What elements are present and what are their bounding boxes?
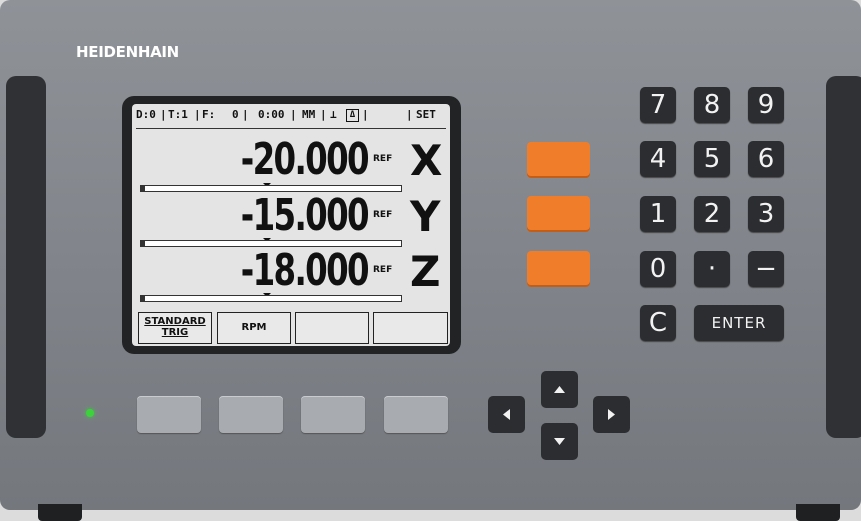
arrow-up-key[interactable] [541, 371, 578, 408]
brand-logo: HEIDENHAIN [76, 43, 179, 61]
arrow-right-key[interactable] [593, 396, 630, 433]
status-bar: D:0 | T:1 | F: 0 | 0:00 | MM | ⊥ Δ | | S… [136, 108, 436, 122]
key-0[interactable]: 0 [640, 251, 676, 287]
arrow-left-key[interactable] [488, 396, 525, 433]
arrow-right-icon [608, 409, 615, 420]
tool-offset-icon: ⊥ [330, 108, 337, 121]
readout-device: HEIDENHAIN D:0 | T:1 | F: 0 | 0:00 | MM … [0, 0, 861, 510]
time-indicator: 0:00 [258, 108, 285, 121]
key-8[interactable]: 8 [694, 87, 730, 123]
key-minus[interactable]: − [748, 251, 784, 287]
x-ref-label: REF [373, 154, 393, 164]
x-axis-key[interactable] [527, 142, 590, 178]
feed-label: F: [202, 108, 216, 121]
z-axis-value: -18.000 [240, 245, 370, 296]
softkey-label-4 [373, 312, 448, 344]
lcd-screen: D:0 | T:1 | F: 0 | 0:00 | MM | ⊥ Δ | | S… [132, 104, 450, 346]
units-indicator: MM [302, 108, 316, 121]
y-ref-label: REF [373, 210, 393, 220]
mode-indicator: SET [416, 108, 436, 121]
feed-value: 0 [232, 108, 239, 121]
arrow-left-icon [503, 409, 510, 420]
softkey-4[interactable] [384, 396, 448, 433]
z-ref-label: REF [373, 265, 393, 275]
left-foot [38, 504, 82, 521]
key-6[interactable]: 6 [748, 141, 784, 177]
clear-key[interactable]: C [640, 305, 676, 341]
key-2[interactable]: 2 [694, 196, 730, 232]
right-side-grip [826, 76, 861, 438]
key-7[interactable]: 7 [640, 87, 676, 123]
z-axis-key[interactable] [527, 251, 590, 287]
arrow-down-key[interactable] [541, 423, 578, 460]
datum-indicator: D:0 [136, 108, 156, 121]
softkey-label-standard-trig: STANDARD TRIG [138, 312, 212, 344]
key-3[interactable]: 3 [748, 196, 784, 232]
power-led [86, 409, 94, 417]
right-foot [796, 504, 840, 521]
key-5[interactable]: 5 [694, 141, 730, 177]
key-decimal[interactable]: · [694, 251, 730, 287]
arrow-down-icon [554, 438, 565, 445]
divider [136, 128, 446, 129]
delta-icon: Δ [346, 109, 359, 122]
x-axis-value: -20.000 [240, 134, 370, 185]
enter-key[interactable]: ENTER [694, 305, 784, 341]
tool-indicator: T:1 [168, 108, 188, 121]
key-1[interactable]: 1 [640, 196, 676, 232]
key-9[interactable]: 9 [748, 87, 784, 123]
y-axis-value: -15.000 [240, 190, 370, 241]
y-axis-key[interactable] [527, 196, 590, 232]
softkey-label-rpm: RPM [217, 312, 291, 344]
x-axis-label: X [410, 136, 443, 185]
softkey-label-3 [295, 312, 369, 344]
softkey-2[interactable] [219, 396, 283, 433]
key-4[interactable]: 4 [640, 141, 676, 177]
y-axis-label: Y [410, 192, 441, 241]
softkey-1[interactable] [137, 396, 201, 433]
z-travel-bar [140, 295, 402, 302]
left-side-grip [6, 76, 46, 438]
arrow-up-icon [554, 386, 565, 393]
z-axis-label: Z [410, 247, 441, 296]
softkey-3[interactable] [301, 396, 365, 433]
